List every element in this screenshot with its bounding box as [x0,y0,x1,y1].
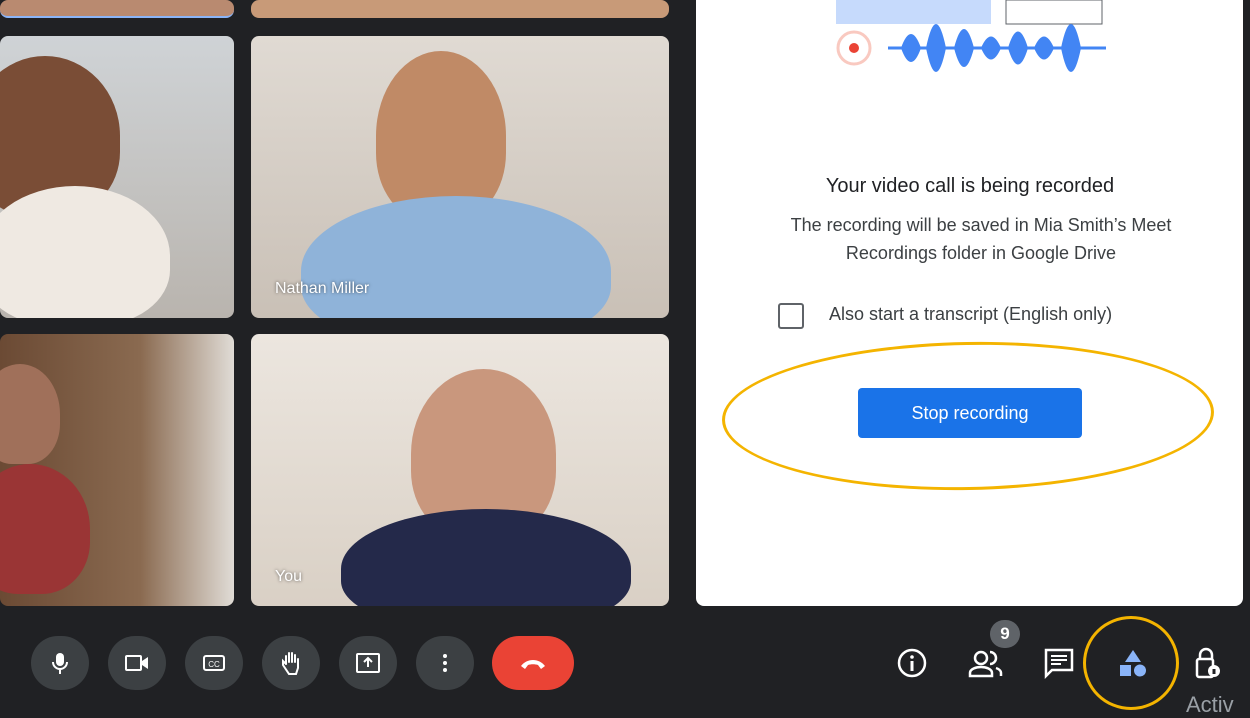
recording-title: Your video call is being recorded [825,175,1115,197]
participant-body [0,464,90,594]
video-tile-participant-3 [0,334,234,606]
transcript-checkbox[interactable] [778,303,804,329]
participant-name: Nathan Miller [275,280,370,297]
people-count-badge: 9 [990,620,1020,648]
host-controls-icon [1195,647,1220,679]
people-count: 9 [1000,624,1010,643]
recording-illustration [836,0,1106,72]
captions-button[interactable]: CC [185,636,243,690]
chat-icon [1044,648,1074,679]
watermark-text: Activ [1186,692,1234,717]
captions-icon: CC [203,655,225,671]
more-options-button[interactable] [416,636,474,690]
end-call-button[interactable] [492,636,574,690]
participant-body [0,186,170,318]
host-controls-button[interactable] [1184,640,1230,686]
video-tile-top-right [251,0,669,18]
present-icon [356,653,380,673]
info-icon [897,648,927,678]
transcript-label[interactable]: Also start a transcript (English only) [829,304,1112,325]
microphone-button[interactable] [31,636,89,690]
camera-icon [125,655,148,671]
activities-highlight-annotation [1083,616,1179,710]
chat-button[interactable] [1036,640,1082,686]
more-icon [443,654,447,672]
recording-description: The recording will be saved in Mia Smith… [790,215,1172,263]
participant-body [301,196,611,318]
participant-body [341,509,631,606]
video-tile-top-left [0,0,234,18]
svg-text:CC: CC [208,660,220,669]
video-tile-you: You [251,334,669,606]
present-button[interactable] [339,636,397,690]
meeting-details-button[interactable] [889,640,935,686]
raise-hand-button[interactable] [262,636,320,690]
recording-panel: Your video call is being recorded The re… [696,0,1243,606]
video-tile-participant-1 [0,36,234,318]
mic-icon [52,653,68,674]
raise-hand-icon [282,652,299,675]
participant-figure [0,364,60,464]
camera-button[interactable] [108,636,166,690]
participant-name: You [275,568,302,585]
end-call-icon [521,660,545,669]
video-tile-nathan-miller: Nathan Miller [251,36,669,318]
people-icon [968,650,1003,678]
